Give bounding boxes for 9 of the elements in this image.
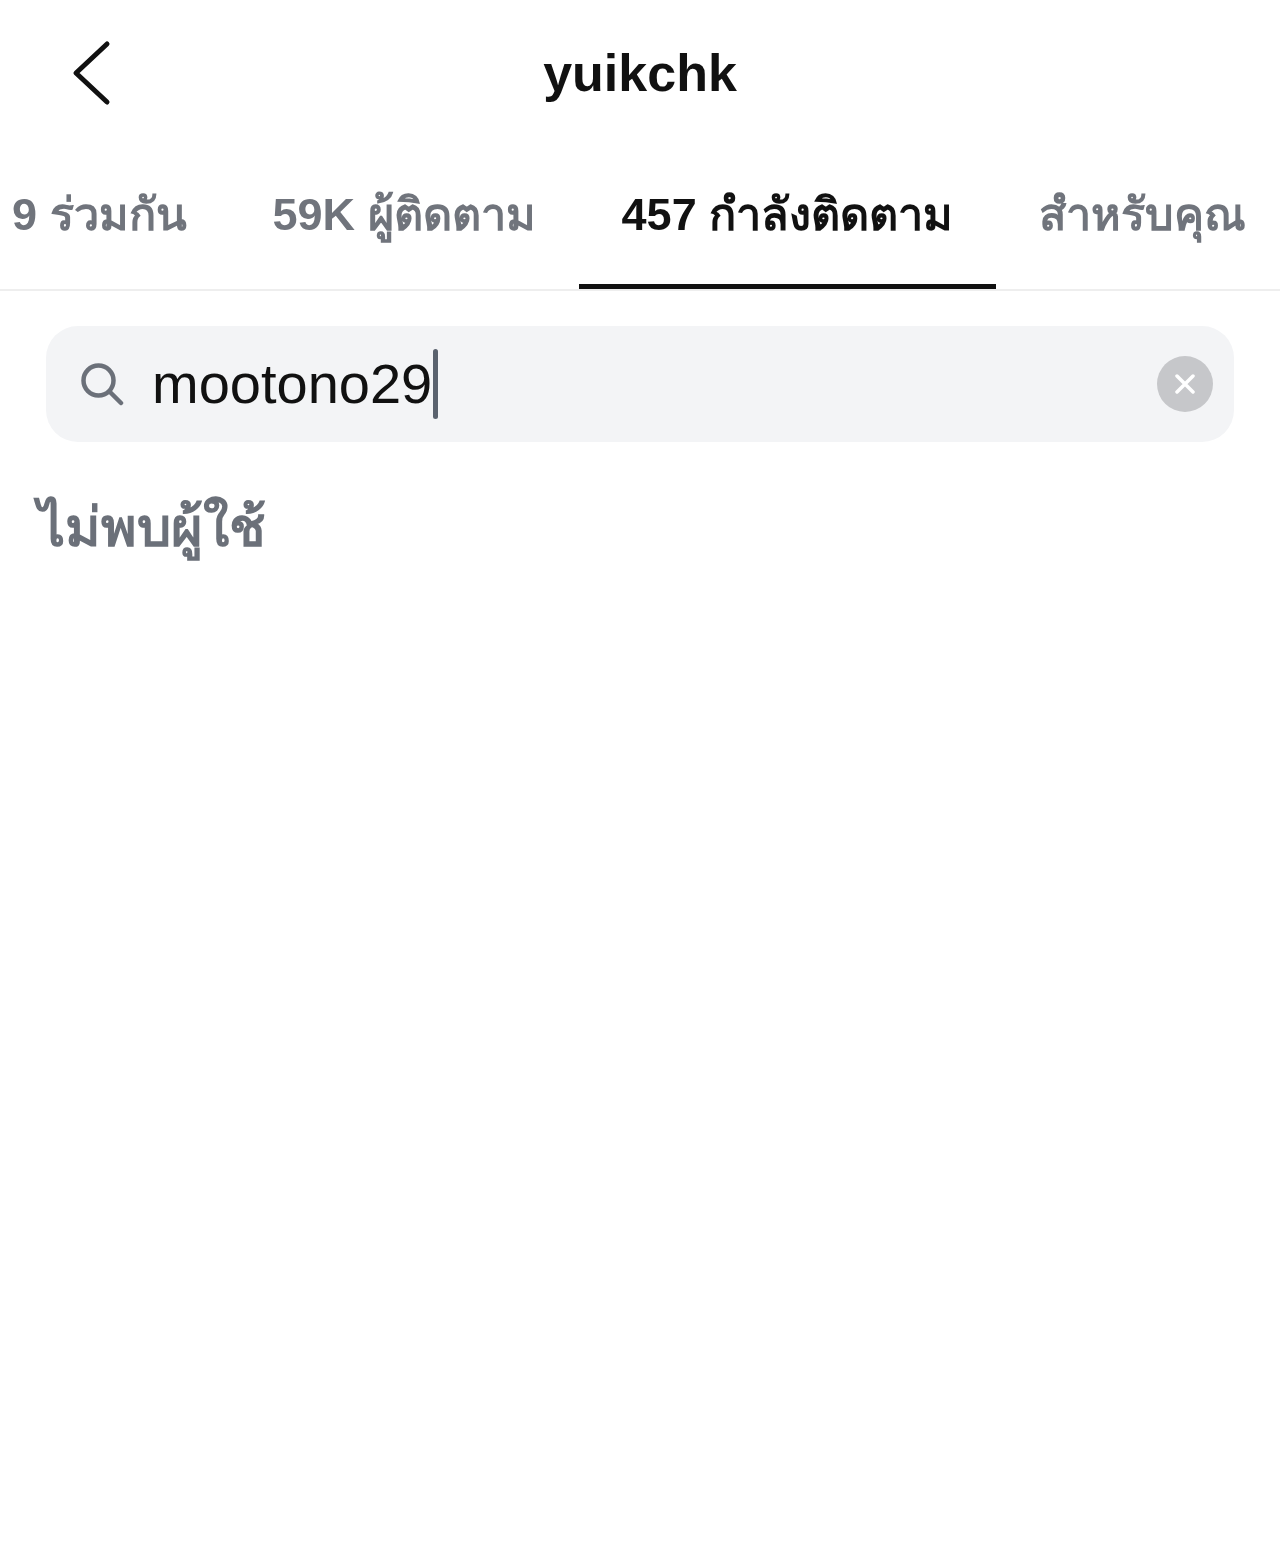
tab[interactable]: 9 ร่วมกัน [0, 146, 230, 289]
close-icon [1175, 374, 1195, 394]
search-icon [80, 362, 124, 406]
search-field[interactable]: mootono29 [46, 326, 1234, 442]
tab[interactable]: 457 กำลังติดตาม [578, 146, 997, 289]
tab[interactable]: 59K ผู้ติดตาม [229, 146, 579, 289]
tab[interactable]: สำหรับคุณ [996, 146, 1280, 289]
search-query: mootono29 [152, 356, 433, 412]
no-results-message: ไม่พบผู้ใช้ [28, 486, 276, 570]
